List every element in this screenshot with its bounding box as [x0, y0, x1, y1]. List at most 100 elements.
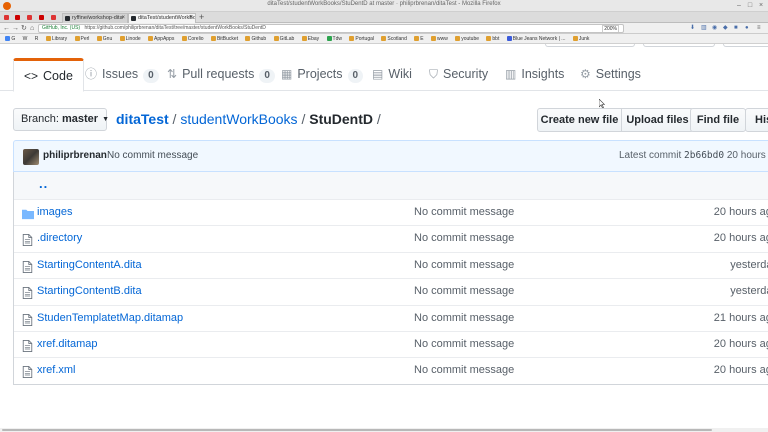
reload-icon[interactable]: ↻	[21, 24, 27, 33]
close-tab-icon[interactable]: ×	[121, 14, 125, 23]
commit-sha-link[interactable]: 2b66bd0	[684, 150, 724, 161]
window-titlebar: ditaTest/studentWorkBooks/StuDentD at ma…	[0, 0, 768, 12]
bookmark-item[interactable]: Corelio	[181, 34, 204, 43]
header-button-partial[interactable]	[545, 44, 635, 47]
zoom-level[interactable]: 200%	[602, 25, 619, 32]
pinned-tab-icon[interactable]	[51, 15, 56, 20]
tab-projects[interactable]: ▦ Projects 0	[281, 59, 364, 91]
bookmark-item[interactable]: W	[23, 34, 28, 43]
bookmark-icon	[326, 36, 332, 41]
scrollbar-thumb[interactable]	[2, 429, 712, 431]
bookmark-item[interactable]: Junk	[572, 34, 589, 43]
bookmark-item[interactable]: www	[430, 34, 448, 43]
folder-icon	[349, 36, 355, 41]
bookmark-item[interactable]: Ebay	[301, 34, 319, 43]
table-row: xref.ditamap No commit message 20 hours ag…	[14, 330, 768, 357]
back-icon[interactable]: ←	[3, 24, 10, 33]
history-button[interactable]: History	[745, 108, 768, 132]
find-file-button[interactable]: Find file	[690, 108, 746, 132]
file-name-link[interactable]: xref.xml	[37, 364, 76, 376]
bookmark-item[interactable]: Blue Jeans Network | ...	[506, 34, 565, 43]
library-icon[interactable]: ▥	[701, 25, 707, 32]
header-button-partial[interactable]	[643, 44, 715, 47]
file-name-link[interactable]: images	[37, 206, 72, 218]
file-commit-message[interactable]: No commit message	[414, 338, 514, 350]
extension-icon[interactable]: ●	[745, 25, 749, 32]
tab-code[interactable]: <> Code	[13, 58, 84, 92]
file-commit-message[interactable]: No commit message	[414, 285, 514, 297]
bookmark-item[interactable]: Linode	[119, 34, 141, 43]
url-bar[interactable]: GitHub, Inc. (US) https://github.com/phi…	[38, 24, 624, 33]
bookmark-item[interactable]: Tdw	[326, 34, 342, 43]
file-age: yesterday	[730, 285, 768, 298]
file-name-link[interactable]: StartingContentA.dita	[37, 259, 142, 271]
bookmark-item[interactable]: Library	[45, 34, 67, 43]
branch-selector[interactable]: Branch: master ▼	[13, 108, 109, 131]
bookmark-item[interactable]: GitLab	[273, 34, 294, 43]
tab-issues[interactable]: ⓘ Issues 0	[85, 59, 159, 91]
file-name-link[interactable]: xref.ditamap	[37, 338, 98, 350]
file-commit-message[interactable]: No commit message	[414, 232, 514, 244]
file-commit-message[interactable]: No commit message	[414, 364, 514, 376]
file-name-link[interactable]: StartingContentB.dita	[37, 285, 142, 297]
file-commit-message[interactable]: No commit message	[414, 206, 514, 218]
extension-icon[interactable]: ■	[734, 25, 738, 32]
pinned-tab-icon[interactable]	[27, 15, 32, 20]
bookmark-item[interactable]: G	[5, 34, 15, 43]
header-button-partial[interactable]	[723, 44, 768, 47]
download-icon[interactable]: ⬇	[690, 25, 695, 32]
horizontal-scrollbar[interactable]	[0, 428, 768, 432]
menu-icon[interactable]: ≡	[757, 25, 761, 32]
bookmark-item[interactable]: bbt	[486, 34, 499, 43]
file-name-link[interactable]: .directory	[37, 232, 82, 244]
file-icon	[22, 233, 34, 247]
tab-security[interactable]: ⛉ Security	[429, 59, 488, 91]
file-commit-message[interactable]: No commit message	[414, 259, 514, 271]
tab-pull-requests[interactable]: ⇅ Pull requests 0	[167, 59, 275, 91]
bookmark-item[interactable]: E	[414, 34, 424, 43]
pull-request-icon: ⇅	[167, 67, 178, 81]
browser-tab[interactable]: ryffine/workshop-dita ×	[62, 13, 128, 23]
create-new-file-button[interactable]: Create new file	[537, 108, 622, 132]
window-title: ditaTest/studentWorkBooks/StuDentD at ma…	[267, 1, 501, 7]
tab-wiki[interactable]: ▤ Wiki	[372, 59, 412, 91]
parent-directory-link[interactable]: ..	[39, 176, 48, 191]
tab-insights[interactable]: ▥ Insights	[505, 59, 564, 91]
bookmark-item[interactable]: Portugal	[349, 34, 374, 43]
bookmark-item[interactable]: Scotland	[381, 34, 407, 43]
pinned-tab-icon[interactable]	[15, 15, 20, 20]
bookmark-item[interactable]: Github	[245, 34, 266, 43]
bookmark-item[interactable]: Gnu	[96, 34, 112, 43]
bookmark-item[interactable]: BitBucket	[210, 34, 238, 43]
minimize-icon[interactable]: –	[735, 2, 743, 10]
commit-author-link[interactable]: philiprbrenan	[43, 150, 107, 161]
folder-icon	[455, 36, 461, 41]
breadcrumb-folder-link[interactable]: studentWorkBooks	[180, 111, 297, 127]
pinned-tab-icon[interactable]	[39, 15, 44, 20]
bookmark-item[interactable]: AppApps	[148, 34, 174, 43]
bookmark-item[interactable]: Perl	[74, 34, 89, 43]
graph-icon: ▥	[505, 67, 517, 81]
extension-icon[interactable]: ◆	[723, 25, 728, 32]
extension-icon[interactable]: ◉	[712, 25, 717, 32]
maximize-icon[interactable]: □	[746, 2, 754, 10]
home-icon[interactable]: ⌂	[30, 24, 34, 33]
folder-icon	[148, 36, 154, 41]
new-tab-button[interactable]: +	[199, 12, 204, 23]
upload-files-button[interactable]: Upload files	[621, 108, 694, 132]
file-commit-message[interactable]: No commit message	[414, 312, 514, 324]
branch-prefix: Branch:	[21, 113, 59, 125]
folder-icon	[273, 36, 279, 41]
breadcrumb-repo-link[interactable]: ditaTest	[116, 111, 169, 127]
pinned-tab-icon[interactable]	[4, 15, 9, 20]
avatar[interactable]	[23, 149, 39, 165]
close-tab-icon[interactable]: ×	[189, 14, 193, 23]
file-name-link[interactable]: StudenTemplatetMap.ditamap	[37, 312, 183, 324]
bookmark-item[interactable]: R	[35, 34, 39, 43]
bookmark-item[interactable]: youtube	[455, 34, 479, 43]
browser-tab-active[interactable]: ditaTest/studentWorkBo ×	[128, 13, 196, 23]
forward-icon[interactable]: →	[12, 24, 19, 33]
tab-settings[interactable]: ⚙ Settings	[580, 59, 641, 91]
folder-icon	[96, 36, 102, 41]
close-window-icon[interactable]: ×	[757, 2, 765, 10]
